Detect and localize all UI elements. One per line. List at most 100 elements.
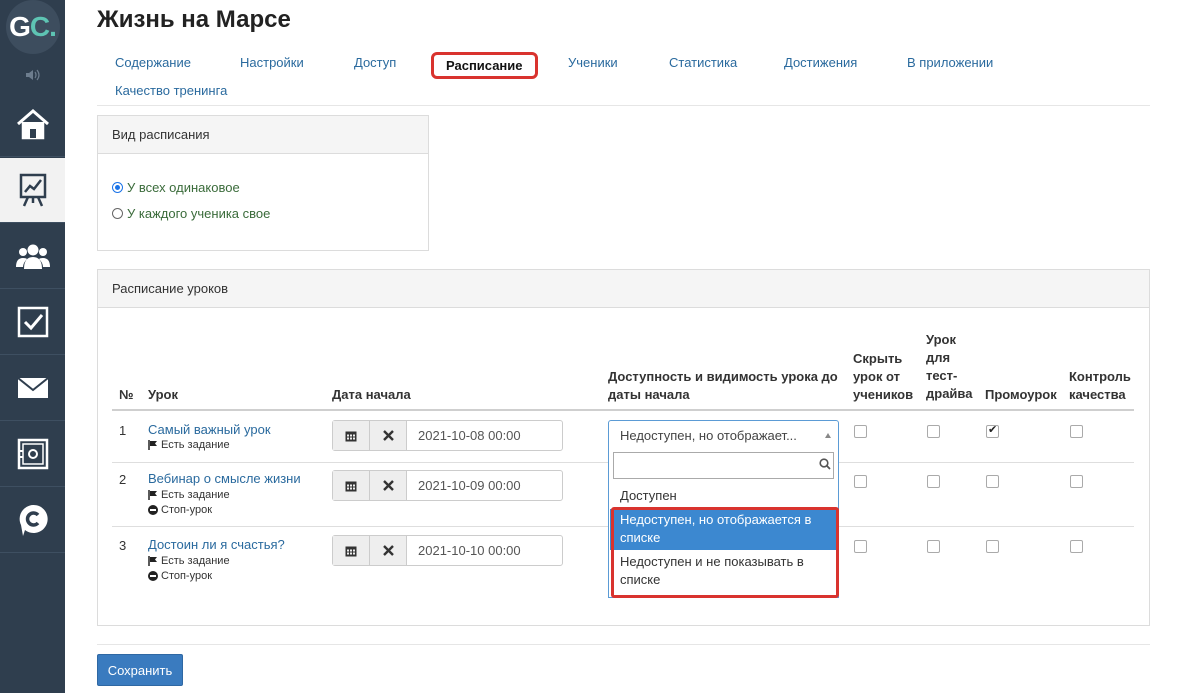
availability-select-value: Недоступен, но отображает...	[620, 428, 797, 443]
hide-checkbox[interactable]	[854, 540, 867, 553]
lesson-link[interactable]: Самый важный урок	[148, 422, 271, 437]
row-number: 1	[119, 423, 127, 438]
tab-in-app[interactable]: В приложении	[907, 55, 993, 70]
logo-mark: GC.	[5, 0, 60, 54]
dropdown-search-input[interactable]	[613, 452, 834, 479]
promo-checkbox[interactable]	[986, 540, 999, 553]
tab-achievements[interactable]: Достижения	[784, 55, 857, 70]
users-icon	[15, 244, 50, 269]
radio-button-checked[interactable]	[112, 182, 123, 193]
row-number: 3	[119, 538, 127, 553]
calendar-button[interactable]	[333, 421, 370, 450]
clear-date-button[interactable]	[370, 536, 407, 565]
clear-date-button[interactable]	[370, 471, 407, 500]
calendar-icon	[345, 431, 357, 441]
header-availability: Доступность и видимость урока до даты на…	[608, 368, 838, 404]
has-task-text: Есть задание	[161, 439, 230, 451]
date-input[interactable]: 2021-10-10 00:00	[407, 536, 562, 565]
logo[interactable]: GC.	[0, 0, 65, 54]
sidebar-item-messages[interactable]	[0, 356, 65, 421]
speaker-icon[interactable]	[0, 60, 65, 90]
presentation-chart-icon	[19, 173, 46, 207]
test-drive-checkbox[interactable]	[927, 475, 940, 488]
date-input[interactable]: 2021-10-08 00:00	[407, 421, 562, 450]
quality-checkbox[interactable]	[1070, 475, 1083, 488]
promo-checkbox[interactable]	[986, 423, 999, 438]
availability-select[interactable]: Недоступен, но отображает...	[608, 420, 839, 451]
flag-icon	[148, 440, 157, 450]
radio-label: У всех одинаковое	[127, 180, 240, 195]
sidebar: GC.	[0, 0, 65, 693]
calendar-button[interactable]	[333, 536, 370, 565]
sidebar-item-sales[interactable]	[0, 422, 65, 487]
header-hide: Скрыть урок от учеников	[853, 350, 913, 404]
stop-lesson-text: Стоп-урок	[161, 570, 213, 582]
test-drive-checkbox[interactable]	[927, 425, 940, 438]
home-icon	[16, 109, 49, 140]
header-hide-line: урок от	[853, 369, 901, 384]
sidebar-item-home[interactable]	[0, 92, 65, 157]
date-input[interactable]: 2021-10-09 00:00	[407, 471, 562, 500]
header-hide-line: Скрыть	[853, 351, 903, 366]
stop-lesson-text: Стоп-урок	[161, 504, 213, 516]
radio-per-student[interactable]: У каждого ученика свое	[112, 206, 270, 221]
calendar-icon	[345, 546, 357, 556]
option-available[interactable]: Доступен	[610, 485, 837, 507]
header-test-line: тест-	[926, 368, 958, 383]
save-button[interactable]: Сохранить	[97, 654, 183, 686]
header-quality-line: качества	[1069, 387, 1126, 402]
header-num: №	[119, 387, 134, 402]
envelope-icon	[16, 377, 49, 398]
logo-letter-g: G	[9, 11, 31, 42]
header-lesson: Урок	[148, 387, 178, 402]
option-unavailable-visible[interactable]: Недоступен, но отображается в списке	[610, 509, 837, 550]
tab-content[interactable]: Содержание	[115, 55, 191, 70]
has-task-label: Есть задание	[148, 439, 230, 451]
option-line: Недоступен и не показывать в	[620, 554, 804, 569]
hide-checkbox[interactable]	[854, 425, 867, 438]
sidebar-item-tasks[interactable]	[0, 290, 65, 355]
radio-same-for-all[interactable]: У всех одинаковое	[112, 180, 240, 195]
option-line: Недоступен, но отображается в	[620, 512, 812, 527]
header-test-drive: Урок для тест- драйва	[926, 331, 972, 403]
schedule-type-title: Вид расписания	[98, 116, 428, 154]
flag-icon	[148, 490, 157, 500]
lesson-link[interactable]: Вебинар о смысле жизни	[148, 471, 301, 486]
radio-button-unchecked[interactable]	[112, 208, 123, 219]
schedule-type-panel: Вид расписания У всех одинаковое У каждо…	[97, 115, 429, 251]
has-task-label: Есть задание	[148, 555, 230, 567]
tab-schedule[interactable]: Расписание	[431, 52, 538, 79]
calendar-button[interactable]	[333, 471, 370, 500]
sidebar-item-trainings[interactable]	[0, 158, 65, 223]
footer-divider	[97, 644, 1150, 645]
test-drive-checkbox[interactable]	[927, 540, 940, 553]
header-quality-line: Контроль	[1069, 369, 1131, 384]
has-task-text: Есть задание	[161, 489, 230, 501]
radio-label: У каждого ученика свое	[127, 206, 271, 221]
header-divider	[112, 409, 1134, 411]
lesson-link[interactable]: Достоин ли я счастья?	[148, 537, 285, 552]
sidebar-item-chat[interactable]	[0, 488, 65, 553]
header-hide-line: учеников	[853, 387, 914, 402]
tab-training-quality[interactable]: Качество тренинга	[115, 83, 227, 98]
tab-access[interactable]: Доступ	[354, 55, 396, 70]
date-picker: 2021-10-08 00:00	[332, 420, 563, 451]
option-unavailable-hidden[interactable]: Недоступен и не показывать в списке	[610, 552, 837, 593]
promo-checkbox[interactable]	[986, 475, 999, 488]
header-test-line: Урок	[926, 332, 956, 347]
sidebar-item-users[interactable]	[0, 224, 65, 289]
tab-students[interactable]: Ученики	[568, 55, 618, 70]
clear-date-button[interactable]	[370, 421, 407, 450]
hide-checkbox[interactable]	[854, 475, 867, 488]
row-number: 2	[119, 472, 127, 487]
header-quality: Контроль качества	[1069, 368, 1131, 404]
date-picker: 2021-10-09 00:00	[332, 470, 563, 501]
stop-icon	[148, 505, 158, 515]
has-task-text: Есть задание	[161, 555, 230, 567]
quality-checkbox[interactable]	[1070, 540, 1083, 553]
stop-icon	[148, 571, 158, 581]
option-line: списке	[620, 572, 661, 587]
quality-checkbox[interactable]	[1070, 425, 1083, 438]
tab-statistics[interactable]: Статистика	[669, 55, 737, 70]
tab-settings[interactable]: Настройки	[240, 55, 304, 70]
